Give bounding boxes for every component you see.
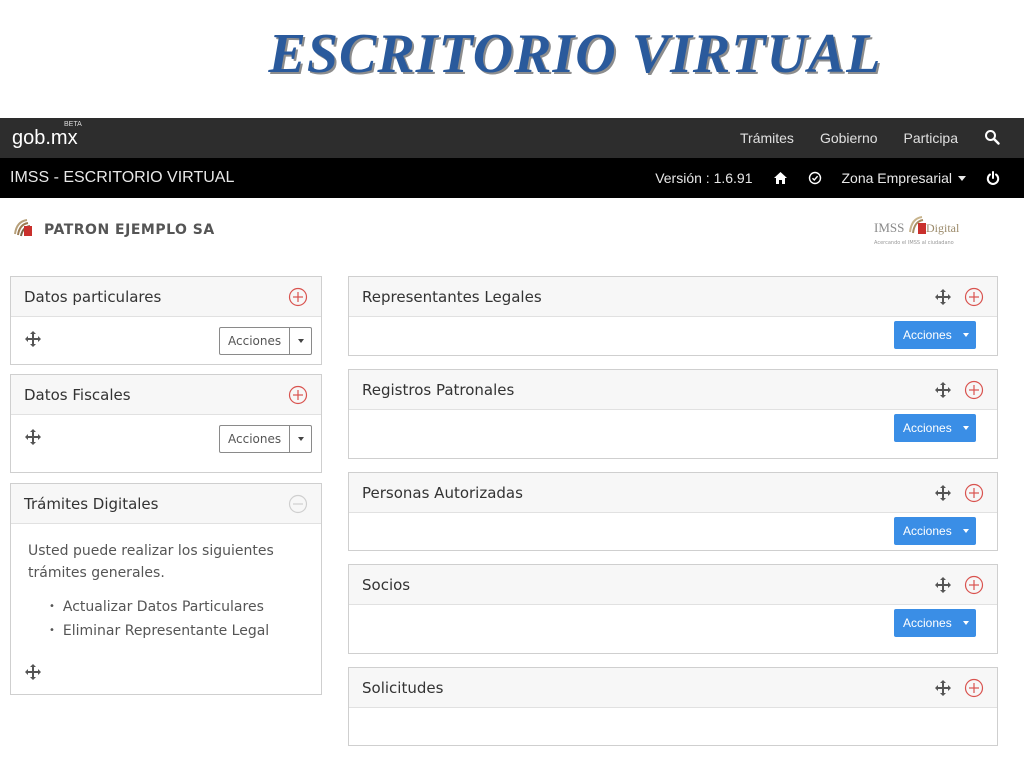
tramites-list: Actualizar Datos Particulares Eliminar R… <box>49 596 269 644</box>
zona-empresarial-dropdown[interactable]: Zona Empresarial <box>841 170 966 186</box>
caret-down-icon[interactable] <box>956 426 976 430</box>
acciones-dropdown-button[interactable]: Acciones <box>894 321 976 349</box>
add-circle-icon[interactable] <box>964 287 984 307</box>
gob-logo[interactable]: gob.mx BETA <box>12 121 82 150</box>
acciones-dropdown-button[interactable]: Acciones <box>894 414 976 442</box>
panel-title: Personas Autorizadas <box>362 483 523 502</box>
caret-down-icon[interactable] <box>956 529 976 533</box>
patron-header: PATRON EJEMPLO SA <box>12 218 215 242</box>
version-label: Versión : 1.6.91 <box>655 170 753 186</box>
acciones-dropdown-button[interactable]: Acciones <box>219 327 313 355</box>
gob-nav: Trámites Gobierno Participa <box>740 129 1024 147</box>
acciones-label: Acciones <box>220 426 291 452</box>
acciones-label: Acciones <box>903 524 952 538</box>
gob-navbar: gob.mx BETA Trámites Gobierno Participa <box>0 118 1024 158</box>
slide-title: ESCRITORIO VIRTUAL <box>268 23 882 85</box>
move-icon[interactable] <box>934 288 952 306</box>
panel-datos-particulares: Datos particulares Acciones <box>10 276 322 365</box>
imss-logo-icon <box>908 214 928 240</box>
imss-tagline: Acercando el IMSS al ciudadano <box>874 240 954 246</box>
add-circle-icon[interactable] <box>964 483 984 503</box>
tramite-item-eliminar[interactable]: Eliminar Representante Legal <box>49 620 269 644</box>
panel-personas-autorizadas: Personas Autorizadas Acciones <box>348 472 998 551</box>
panel-title: Trámites Digitales <box>24 494 159 513</box>
tramites-description: Usted puede realizar los siguientes trám… <box>28 543 274 581</box>
chevron-down-icon <box>958 175 966 181</box>
acciones-label: Acciones <box>220 328 291 354</box>
caret-down-icon[interactable] <box>290 328 311 354</box>
zona-label: Zona Empresarial <box>841 170 953 186</box>
move-icon[interactable] <box>24 330 42 348</box>
move-icon[interactable] <box>934 679 952 697</box>
home-icon[interactable] <box>773 171 788 185</box>
acciones-label: Acciones <box>903 421 952 435</box>
panel-registros-patronales: Registros Patronales Acciones <box>348 369 998 459</box>
patron-name: PATRON EJEMPLO SA <box>44 222 215 238</box>
panel-title: Registros Patronales <box>362 380 515 399</box>
acciones-dropdown-button[interactable]: Acciones <box>894 517 976 545</box>
power-icon[interactable] <box>986 170 1000 186</box>
panel-socios: Socios Acciones <box>348 564 998 654</box>
acciones-dropdown-button[interactable]: Acciones <box>219 425 313 453</box>
nav-participa[interactable]: Participa <box>904 130 958 146</box>
move-icon[interactable] <box>24 428 42 446</box>
add-circle-icon[interactable] <box>964 380 984 400</box>
imss-digital-logo: IMSS Digital Acercando el IMSS al ciudad… <box>872 212 982 252</box>
panel-title: Datos particulares <box>24 287 162 306</box>
panel-title: Solicitudes <box>362 678 444 697</box>
move-icon[interactable] <box>934 381 952 399</box>
panel-title: Representantes Legales <box>362 287 542 306</box>
imss-brand-text: IMSS <box>874 220 905 235</box>
move-icon[interactable] <box>24 663 42 681</box>
move-icon[interactable] <box>934 576 952 594</box>
acciones-label: Acciones <box>903 616 952 630</box>
tramite-item-actualizar[interactable]: Actualizar Datos Particulares <box>49 596 269 620</box>
imss-digital-text: Digital <box>926 221 960 235</box>
caret-down-icon[interactable] <box>956 333 976 337</box>
app-title: IMSS - ESCRITORIO VIRTUAL <box>10 169 235 186</box>
add-circle-icon[interactable] <box>964 678 984 698</box>
acciones-dropdown-button[interactable]: Acciones <box>894 609 976 637</box>
nav-tramites[interactable]: Trámites <box>740 130 794 146</box>
panel-solicitudes: Solicitudes <box>348 667 998 746</box>
gob-logo-text: gob.mx <box>12 126 78 149</box>
add-circle-icon[interactable] <box>288 385 308 405</box>
collapse-circle-icon[interactable] <box>288 494 308 514</box>
move-icon[interactable] <box>934 484 952 502</box>
panel-tramites-digitales: Trámites Digitales Usted puede realizar … <box>10 483 322 695</box>
panel-title: Datos Fiscales <box>24 385 131 404</box>
beta-badge: BETA <box>64 120 82 128</box>
nav-gobierno[interactable]: Gobierno <box>820 130 878 146</box>
search-icon[interactable] <box>984 129 1002 147</box>
caret-down-icon[interactable] <box>290 426 311 452</box>
imss-navbar: IMSS - ESCRITORIO VIRTUAL Versión : 1.6.… <box>0 158 1024 198</box>
panel-representantes-legales: Representantes Legales Acciones <box>348 276 998 356</box>
add-circle-icon[interactable] <box>964 575 984 595</box>
caret-down-icon[interactable] <box>956 621 976 625</box>
acciones-label: Acciones <box>903 328 952 342</box>
imss-logo-icon <box>12 218 34 242</box>
add-circle-icon[interactable] <box>288 287 308 307</box>
clock-icon[interactable] <box>808 171 822 185</box>
panel-datos-fiscales: Datos Fiscales Acciones <box>10 374 322 473</box>
panel-title: Socios <box>362 575 411 594</box>
